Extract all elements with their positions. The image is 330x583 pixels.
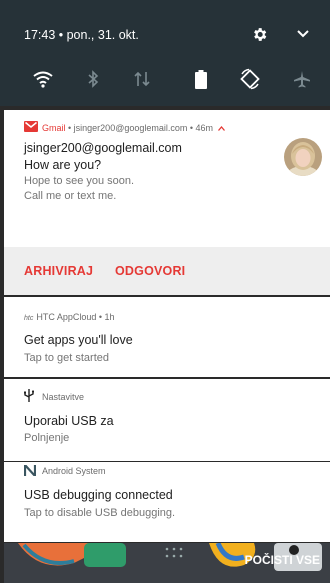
reply-button[interactable]: ODGOVORI bbox=[115, 264, 185, 278]
usb-icon bbox=[24, 389, 34, 402]
htc-appcloud-notification[interactable]: htc HTC AppCloud • 1h Get apps you'll lov… bbox=[4, 297, 330, 377]
gear-icon[interactable] bbox=[251, 26, 268, 43]
gmail-notification-header: Gmail • jsinger200@googlemail.com • 46m bbox=[42, 123, 225, 133]
wifi-icon[interactable] bbox=[29, 66, 57, 92]
auto-rotate-icon[interactable] bbox=[236, 66, 264, 92]
debug-notification-title: USB debugging connected bbox=[24, 488, 173, 502]
quick-settings-row bbox=[0, 62, 330, 98]
debug-notification-text: Tap to disable USB debugging. bbox=[24, 507, 176, 519]
gmail-body-line-1: Hope to see you soon. bbox=[24, 175, 135, 187]
home-screen-background: POČISTI VSE bbox=[4, 543, 330, 583]
gmail-notification[interactable]: Gmail • jsinger200@googlemail.com • 46m … bbox=[4, 110, 330, 247]
android-system-icon bbox=[24, 465, 36, 476]
gmail-sender: jsinger200@googlemail.com bbox=[24, 141, 182, 155]
htc-notification-title: Get apps you'll love bbox=[24, 333, 133, 347]
avatar bbox=[284, 138, 322, 176]
data-transfer-icon[interactable] bbox=[128, 66, 156, 92]
htc-logo: htc bbox=[24, 315, 34, 322]
usb-debugging-notification[interactable]: Android System USB debugging connected T… bbox=[4, 462, 330, 542]
notification-shade-header: 17:43 • pon., 31. okt. bbox=[0, 0, 330, 106]
usb-settings-notification[interactable]: Nastavitve Uporabi USB za Polnjenje bbox=[4, 379, 330, 461]
htc-notification-text: Tap to get started bbox=[24, 352, 109, 364]
chevron-up-icon[interactable] bbox=[217, 126, 225, 131]
usb-notification-title: Uporabi USB za bbox=[24, 414, 114, 428]
debug-notification-header: Android System bbox=[42, 466, 106, 476]
chevron-down-icon[interactable] bbox=[297, 30, 309, 38]
usb-notification-header: Nastavitve bbox=[42, 392, 85, 402]
gmail-body-line-2: Call me or text me. bbox=[24, 190, 117, 202]
status-date-time: 17:43 • pon., 31. okt. bbox=[24, 28, 139, 42]
gmail-app-name: Gmail bbox=[42, 123, 66, 133]
gmail-header-meta: • jsinger200@googlemail.com • 46m bbox=[65, 123, 214, 133]
dismiss-all-button[interactable]: POČISTI VSE bbox=[245, 553, 320, 567]
status-bar: 17:43 • pon., 31. okt. bbox=[0, 0, 330, 62]
archive-button[interactable]: ARHIVIRAJ bbox=[24, 264, 93, 278]
battery-icon[interactable] bbox=[187, 66, 215, 92]
usb-notification-text: Polnjenje bbox=[24, 432, 70, 444]
airplane-mode-icon[interactable] bbox=[288, 66, 316, 92]
bluetooth-icon[interactable] bbox=[79, 66, 107, 92]
htc-notification-header: htc HTC AppCloud • 1h bbox=[24, 312, 115, 322]
gmail-actions-bar: ARHIVIRAJ ODGOVORI bbox=[4, 247, 330, 295]
gmail-icon bbox=[24, 121, 38, 132]
htc-header-text: HTC AppCloud • 1h bbox=[36, 312, 115, 322]
gmail-subject: How are you? bbox=[24, 158, 102, 172]
